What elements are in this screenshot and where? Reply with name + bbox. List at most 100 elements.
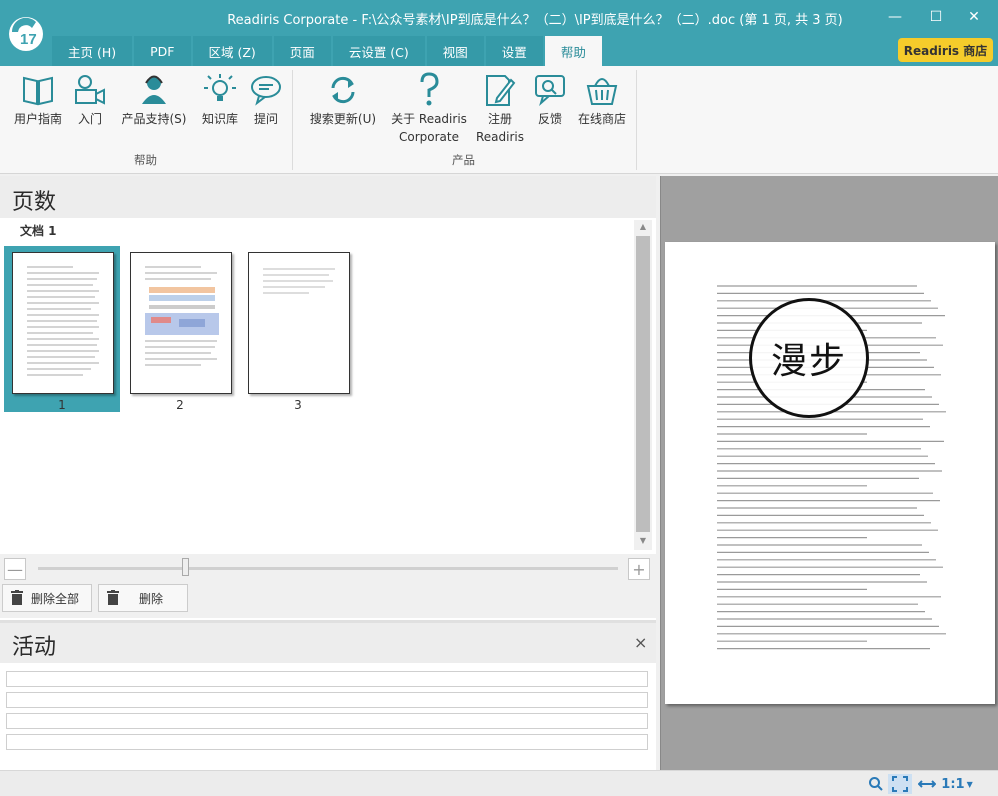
thumbnail-zoom-bar: — + — [0, 554, 656, 584]
delete-toolbar: 删除全部 删除 — [0, 584, 656, 618]
ask-question-label: 提问 — [253, 112, 278, 126]
question-mark-icon — [420, 72, 439, 106]
register-pen-icon — [486, 75, 516, 106]
activity-row — [6, 734, 648, 750]
ribbon-tabs: 主页 (H) PDF 区域 (Z) 页面 云设置 (C) 视图 设置 帮助 — [52, 36, 604, 66]
delete-label: 删除 — [139, 591, 164, 606]
online-store-button[interactable]: 在线商店 — [572, 72, 632, 128]
feedback-label: 反馈 — [537, 112, 562, 126]
pages-panel: 页数 文档 1 1 2 3 ▲ ▼ — + 删除全部 删除 活动 × — [0, 176, 656, 770]
zoom-level-label: 1:1 — [941, 776, 965, 792]
shopping-basket-icon — [586, 78, 618, 105]
pages-title: 页数 — [12, 190, 57, 215]
page-number: 2 — [176, 398, 184, 412]
knowledge-base-button[interactable]: 知识库 — [196, 72, 244, 128]
tab-cloud-settings[interactable]: 云设置 (C) — [332, 36, 425, 66]
page-thumbnail-image — [12, 252, 114, 394]
group-label-help: 帮助 — [134, 153, 157, 167]
about-label: 关于 Readiris — [391, 112, 467, 126]
register-label: 注册 — [487, 112, 512, 126]
scroll-up-icon[interactable]: ▲ — [634, 220, 652, 234]
user-guide-label: 用户指南 — [13, 112, 62, 126]
ask-question-button[interactable]: 提问 — [246, 72, 286, 128]
support-person-icon — [142, 75, 166, 104]
lightbulb-icon — [204, 74, 236, 101]
tab-pdf[interactable]: PDF — [134, 36, 191, 66]
watermark-stamp: 漫步 — [749, 298, 869, 418]
activity-row — [6, 692, 648, 708]
tab-zones[interactable]: 区域 (Z) — [192, 36, 272, 66]
tab-view[interactable]: 视图 — [426, 36, 484, 66]
feedback-button[interactable]: 反馈 — [530, 72, 570, 128]
page-number: 3 — [294, 398, 302, 412]
tab-pages[interactable]: 页面 — [273, 36, 331, 66]
thumbnail-area: 1 2 3 — [0, 238, 634, 554]
chat-bubble-icon — [251, 76, 281, 106]
activity-row — [6, 713, 648, 729]
pages-header: 页数 — [0, 176, 656, 218]
svg-text:17: 17 — [20, 31, 37, 48]
chevron-down-icon: ▼ — [966, 779, 973, 789]
getting-started-label: 入门 — [77, 112, 102, 126]
product-support-button[interactable]: 产品支持(S) — [116, 72, 192, 128]
refresh-icon — [331, 76, 355, 104]
zoom-slider-handle[interactable] — [182, 558, 189, 576]
zoom-out-button[interactable]: — — [4, 558, 26, 580]
title-bar: 17 Readiris Corporate - F:\公众号素材\IP到底是什么… — [0, 0, 998, 66]
activity-title: 活动 — [12, 635, 57, 660]
delete-button[interactable]: 删除 — [98, 584, 188, 612]
tab-home[interactable]: 主页 (H) — [52, 36, 133, 66]
group-separator — [292, 70, 293, 170]
document-label: 文档 1 — [20, 224, 57, 238]
scrollbar-thumb[interactable] — [636, 236, 650, 532]
page-thumbnail-image — [130, 252, 232, 394]
tab-settings[interactable]: 设置 — [485, 36, 543, 66]
product-support-label: 产品支持(S) — [121, 112, 187, 126]
book-icon — [23, 76, 53, 106]
close-button[interactable]: ✕ — [957, 4, 991, 30]
window-title: Readiris Corporate - F:\公众号素材\IP到底是什么？（二… — [227, 13, 843, 28]
online-store-label: 在线商店 — [577, 112, 626, 126]
fit-width-icon[interactable] — [916, 774, 938, 794]
zoom-in-button[interactable]: + — [628, 558, 650, 580]
page-thumbnail-2[interactable]: 2 — [122, 246, 238, 412]
ribbon: 用户指南 入门 产品支持(S) 知识库 提问 帮助 搜索更新(U) 关于 Rea… — [0, 66, 998, 174]
page-thumbnail-1[interactable]: 1 — [4, 246, 120, 412]
page-thumbnail-3[interactable]: 3 — [240, 246, 356, 412]
tab-help[interactable]: 帮助 — [544, 36, 602, 66]
fit-page-icon[interactable] — [888, 774, 912, 794]
actual-size-button[interactable]: 1:1 ▼ — [941, 774, 973, 794]
about-label-2: Corporate — [399, 130, 459, 144]
delete-all-button[interactable]: 删除全部 — [2, 584, 92, 612]
knowledge-base-label: 知识库 — [201, 112, 238, 126]
page-preview: 漫步 — [660, 176, 998, 770]
activity-header: 活动 × — [0, 623, 656, 663]
check-updates-button[interactable]: 搜索更新(U) — [306, 72, 380, 128]
store-button[interactable]: Readiris 商店 — [898, 38, 993, 62]
search-icon[interactable] — [866, 774, 886, 794]
page-thumbnail-image — [248, 252, 350, 394]
getting-started-button[interactable]: 入门 — [70, 72, 110, 128]
delete-all-label: 删除全部 — [31, 591, 80, 606]
minimize-button[interactable]: — — [878, 4, 912, 30]
video-camera-icon — [75, 75, 105, 105]
maximize-button[interactable]: ☐ — [919, 4, 953, 30]
user-guide-button[interactable]: 用户指南 — [8, 72, 68, 128]
activity-row — [6, 671, 648, 687]
activity-close-button[interactable]: × — [634, 633, 647, 652]
page-number: 1 — [58, 398, 66, 412]
about-button[interactable]: 关于 Readiris Corporate — [384, 72, 474, 146]
thumbnail-scrollbar[interactable]: ▲ ▼ — [634, 220, 652, 550]
activity-panel: 活动 × — [0, 620, 656, 770]
register-label-2: Readiris — [475, 130, 524, 144]
scroll-down-icon[interactable]: ▼ — [634, 534, 652, 548]
group-separator — [636, 70, 637, 170]
preview-page[interactable]: 漫步 — [665, 242, 995, 704]
register-button[interactable]: 注册 Readiris — [474, 72, 526, 146]
feedback-icon — [535, 75, 565, 106]
trash-icon — [11, 590, 23, 605]
status-bar: 1:1 ▼ — [0, 770, 998, 796]
group-label-product: 产品 — [452, 153, 475, 167]
zoom-slider-track[interactable] — [38, 567, 618, 570]
trash-icon — [107, 590, 119, 605]
